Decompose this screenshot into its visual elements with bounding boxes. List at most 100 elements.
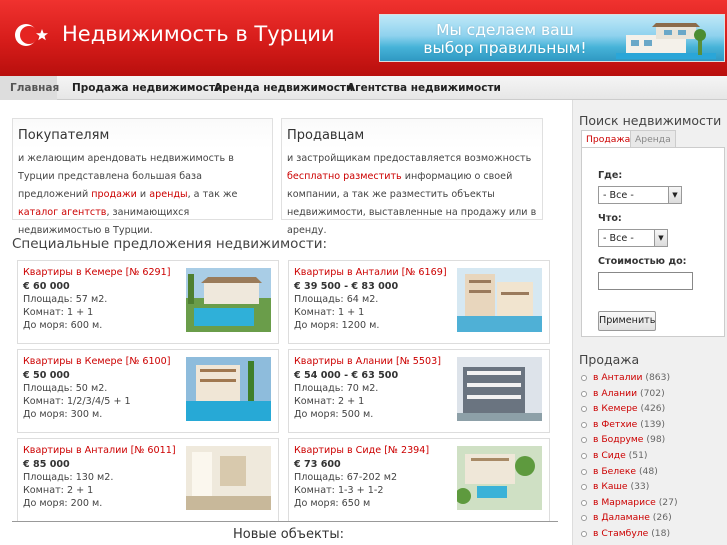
sale-city-link[interactable]: в Фетхие xyxy=(593,419,637,430)
bullet-icon xyxy=(581,499,587,506)
offer-rooms: Комнат: 2 + 1 xyxy=(294,396,365,407)
offer-sea-distance: До моря: 650 м xyxy=(294,498,371,509)
where-select[interactable]: - Все - ▼ xyxy=(598,186,682,204)
bullet-icon xyxy=(581,390,587,397)
sellers-box: Продавцам и застройщикам предоставляется… xyxy=(281,118,543,236)
offer-price: € 60 000 xyxy=(23,281,70,292)
offer-card[interactable]: Квартиры в Кемере [№ 6291] € 60 000 Площ… xyxy=(17,260,279,344)
offer-card[interactable]: Квартиры в Алании [№ 5503] € 54 000 - € … xyxy=(288,349,550,433)
site-title[interactable]: Недвижимость в Турции xyxy=(62,22,335,46)
offer-title-link[interactable]: Квартиры в Анталии [№ 6169] xyxy=(294,267,447,278)
chevron-down-icon[interactable]: ▼ xyxy=(668,187,681,203)
sale-city-list: в Анталии (863) в Алании (702) в Кемере … xyxy=(581,372,678,544)
offer-price: € 54 000 - € 63 500 xyxy=(294,370,399,381)
offer-photo-apartments[interactable] xyxy=(457,268,542,332)
offer-title-link[interactable]: Квартиры в Анталии [№ 6011] xyxy=(23,445,176,456)
offer-photo-interior[interactable] xyxy=(186,446,271,510)
sale-link[interactable]: продажи xyxy=(91,189,137,200)
offer-price: € 73 600 xyxy=(294,459,341,470)
special-offers-title: Специальные предложения недвижимости: xyxy=(12,236,328,252)
list-item: в Сиде (51) xyxy=(581,450,678,466)
site-header: Недвижимость в Турции Мы сделаем ваш выб… xyxy=(0,0,727,76)
offer-price: € 50 000 xyxy=(23,370,70,381)
new-objects-divider xyxy=(12,521,558,522)
new-objects-title: Новые объекты: xyxy=(233,527,345,542)
buyers-title: Покупателям xyxy=(18,128,110,143)
offer-area: Площадь: 130 м2. xyxy=(23,472,114,483)
sale-title: Продажа xyxy=(579,352,640,367)
offer-photo-complex-pool[interactable] xyxy=(186,357,271,421)
list-item: в Белеке (48) xyxy=(581,466,678,482)
buyers-text-3: , а так же xyxy=(187,189,238,200)
sale-city-link[interactable]: в Анталии xyxy=(593,372,642,383)
offer-title-link[interactable]: Квартиры в Сиде [№ 2394] xyxy=(294,445,429,456)
what-label: Что: xyxy=(598,213,622,224)
crescent-star-logo-icon[interactable] xyxy=(12,20,52,50)
list-item: в Фетхие (139) xyxy=(581,419,678,435)
sale-city-count: (139) xyxy=(640,418,665,430)
list-item: в Даламане (26) xyxy=(581,512,678,528)
sale-city-link[interactable]: в Кемере xyxy=(593,403,638,414)
offer-card[interactable]: Квартиры в Анталии [№ 6011] € 85 000 Пло… xyxy=(17,438,279,522)
free-post-link[interactable]: бесплатно разместить xyxy=(287,171,402,182)
sale-city-link[interactable]: в Бодруме xyxy=(593,434,643,445)
buyers-text-2: и xyxy=(136,189,150,200)
list-item: в Алании (702) xyxy=(581,388,678,404)
agency-catalog-link[interactable]: каталог агентств xyxy=(18,207,106,218)
sale-city-link[interactable]: в Даламане xyxy=(593,512,650,523)
sale-city-count: (18) xyxy=(651,527,671,539)
sale-city-link[interactable]: в Стамбуле xyxy=(593,528,648,539)
sale-city-count: (426) xyxy=(640,403,666,415)
offer-rooms: Комнат: 1 + 1 xyxy=(294,307,365,318)
offer-card[interactable]: Квартиры в Кемере [№ 6100] € 50 000 Площ… xyxy=(17,349,279,433)
sale-city-count: (51) xyxy=(628,449,648,461)
offer-area: Площадь: 67-202 м2 xyxy=(294,472,398,483)
offer-card[interactable]: Квартиры в Анталии [№ 6169] € 39 500 - €… xyxy=(288,260,550,344)
list-item: в Бодруме (98) xyxy=(581,434,678,450)
sale-city-link[interactable]: в Каше xyxy=(593,481,628,492)
offer-rooms: Комнат: 1/2/3/4/5 + 1 xyxy=(23,396,131,407)
sale-city-link[interactable]: в Мармарисе xyxy=(593,497,656,508)
offer-photo-resort-aerial[interactable] xyxy=(457,446,542,510)
offer-card[interactable]: Квартиры в Сиде [№ 2394] € 73 600 Площад… xyxy=(288,438,550,522)
offer-sea-distance: До моря: 1200 м. xyxy=(294,320,380,331)
bullet-icon xyxy=(581,437,587,444)
rent-link[interactable]: аренды xyxy=(149,189,187,200)
offer-photo-pool-villa[interactable] xyxy=(186,268,271,332)
offer-sea-distance: До моря: 500 м. xyxy=(294,409,374,420)
banner-text: Мы сделаем ваш выбор правильным! xyxy=(423,21,587,57)
what-select[interactable]: - Все - ▼ xyxy=(598,229,668,247)
sale-city-count: (26) xyxy=(652,512,672,524)
sale-city-link[interactable]: в Сиде xyxy=(593,450,626,461)
nav-home[interactable]: Главная xyxy=(10,82,59,94)
tab-sale[interactable]: Продажа xyxy=(581,130,636,147)
where-select-value: - Все - xyxy=(603,190,634,201)
bullet-icon xyxy=(581,452,587,459)
chevron-down-icon[interactable]: ▼ xyxy=(654,230,667,246)
sale-city-count: (98) xyxy=(646,434,666,446)
tab-rent[interactable]: Аренда xyxy=(630,130,676,147)
sale-city-link[interactable]: в Белеке xyxy=(593,466,636,477)
offer-title-link[interactable]: Квартиры в Алании [№ 5503] xyxy=(294,356,441,367)
offer-photo-building[interactable] xyxy=(457,357,542,421)
offer-rooms: Комнат: 1-3 + 1-2 xyxy=(294,485,384,496)
offer-title-link[interactable]: Квартиры в Кемере [№ 6100] xyxy=(23,356,171,367)
nav-sale[interactable]: Продажа недвижимости xyxy=(72,82,222,94)
sale-city-count: (48) xyxy=(638,465,658,477)
nav-rent[interactable]: Аренда недвижимости xyxy=(214,82,353,94)
search-panel: Где: - Все - ▼ Что: - Все - ▼ Стоимостью… xyxy=(581,147,725,337)
nav-agencies[interactable]: Агентства недвижимости xyxy=(347,82,501,94)
list-item: в Стамбуле (18) xyxy=(581,528,678,544)
offer-area: Площадь: 70 м2. xyxy=(294,383,379,394)
apply-button[interactable]: Применить xyxy=(598,311,656,331)
promo-banner[interactable]: Мы сделаем ваш выбор правильным! xyxy=(379,14,725,62)
list-item: в Анталии (863) xyxy=(581,372,678,388)
price-input[interactable] xyxy=(598,272,693,290)
offer-title-link[interactable]: Квартиры в Кемере [№ 6291] xyxy=(23,267,171,278)
offer-rooms: Комнат: 2 + 1 xyxy=(23,485,94,496)
sellers-text: и застройщикам предоставляется возможнос… xyxy=(287,150,538,240)
sidebar: Поиск недвижимости Продажа Аренда Где: -… xyxy=(572,100,727,545)
sale-city-link[interactable]: в Алании xyxy=(593,388,637,399)
sellers-text-1: и застройщикам предоставляется возможнос… xyxy=(287,153,532,164)
where-label: Где: xyxy=(598,170,623,181)
